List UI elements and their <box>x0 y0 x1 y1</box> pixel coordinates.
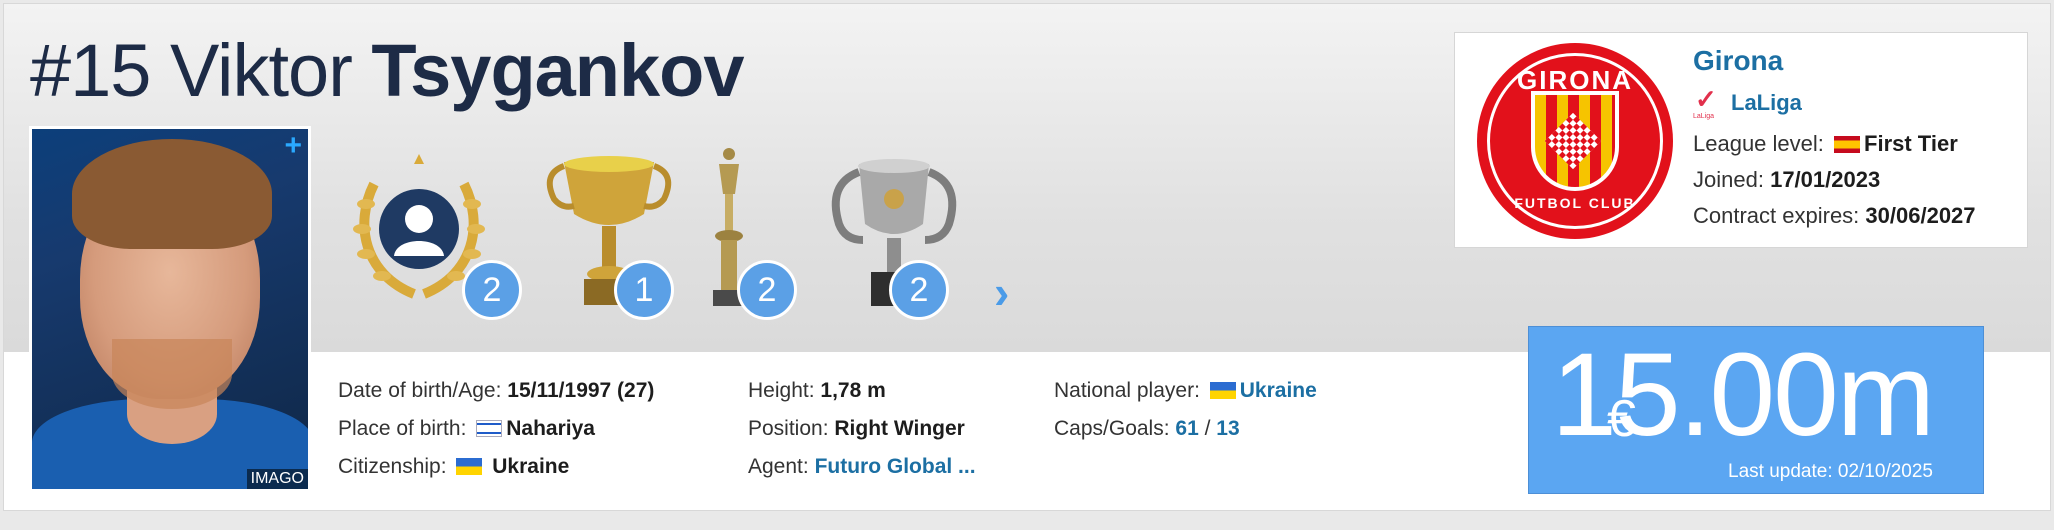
trophy-1[interactable]: 2 <box>344 144 522 320</box>
citizenship-row: Citizenship: Ukraine <box>338 448 654 486</box>
trophy-4[interactable]: 2 <box>819 144 969 320</box>
market-value-last-update: Last update: 02/10/2025 <box>1728 461 1933 482</box>
goals-link[interactable]: 13 <box>1216 417 1239 440</box>
position-row: Position: Right Winger <box>748 410 976 448</box>
trophy-2[interactable]: 1 <box>534 144 684 320</box>
height-value: 1,78 m <box>820 379 886 402</box>
details-column-2: Height: 1,78 m Position: Right Winger Ag… <box>748 372 976 486</box>
dob-row: Date of birth/Age: 15/11/1997 (27) <box>338 372 654 410</box>
player-last-name: Tsygankov <box>371 29 744 112</box>
dob-value: 15/11/1997 (27) <box>507 379 655 402</box>
height-row: Height: 1,78 m <box>748 372 976 410</box>
citizenship-value: Ukraine <box>492 455 570 478</box>
photo-credit: IMAGO <box>246 469 308 489</box>
caps-goals-row: Caps/Goals: 61 / 13 <box>1054 410 1317 448</box>
chevron-right-icon[interactable]: › <box>994 269 1009 315</box>
club-info-box: GIRONA FUTBOL CLUB Girona LaLiga League … <box>1454 32 2028 248</box>
league-link[interactable]: LaLiga <box>1731 90 1802 116</box>
player-photo[interactable]: + IMAGO <box>29 126 311 492</box>
contract-row: Contract expires: 30/06/2027 <box>1693 203 1976 229</box>
player-first-name: Viktor <box>170 29 353 112</box>
photo-beard <box>112 339 232 409</box>
league-level-row: League level: First Tier <box>1693 131 1958 157</box>
league-level-label: League level: <box>1693 131 1824 156</box>
trophy-count-badge: 1 <box>614 260 674 320</box>
market-value-amount: 15.00m <box>1551 329 1935 461</box>
contract-value: 30/06/2027 <box>1865 203 1976 228</box>
league-level-value: First Tier <box>1864 131 1958 156</box>
contract-label: Contract expires: <box>1693 203 1860 228</box>
spain-flag-icon <box>1834 136 1861 153</box>
height-label: Height: <box>748 379 815 402</box>
pob-row: Place of birth: Nahariya <box>338 410 654 448</box>
caps-label: Caps/Goals: <box>1054 417 1170 440</box>
joined-label: Joined: <box>1693 167 1764 192</box>
position-label: Position: <box>748 417 829 440</box>
trophy-count-badge: 2 <box>889 260 949 320</box>
caps-link[interactable]: 61 <box>1175 417 1198 440</box>
crest-bottom-text: FUTBOL CLUB <box>1514 195 1636 211</box>
laliga-icon <box>1693 84 1721 120</box>
market-value-box[interactable]: € 15.00m Last update: 02/10/2025 <box>1528 326 1984 494</box>
details-column-3: National player: Ukraine Caps/Goals: 61 … <box>1054 372 1317 448</box>
trophy-3[interactable]: 2 <box>669 144 819 320</box>
position-value: Right Winger <box>834 417 965 440</box>
plus-icon[interactable]: + <box>284 131 302 161</box>
joined-value: 17/01/2023 <box>1770 167 1881 192</box>
page-title: #15 Viktor Tsygankov <box>30 26 745 116</box>
trophy-count-badge: 2 <box>737 260 797 320</box>
crest-shield <box>1531 91 1619 191</box>
club-crest-icon[interactable]: GIRONA FUTBOL CLUB <box>1477 43 1673 239</box>
trophy-count-badge: 2 <box>462 260 522 320</box>
agent-row: Agent: Futuro Global ... <box>748 448 976 486</box>
club-name-link[interactable]: Girona <box>1693 45 1783 77</box>
national-player-row: National player: Ukraine <box>1054 372 1317 410</box>
player-header-card: #15 Viktor Tsygankov + IMAGO 2 1 2 2 › D… <box>3 3 2051 511</box>
joined-row: Joined: 17/01/2023 <box>1693 167 1880 193</box>
details-column-1: Date of birth/Age: 15/11/1997 (27) Place… <box>338 372 654 486</box>
national-team-link[interactable]: Ukraine <box>1240 379 1317 402</box>
citizenship-label: Citizenship: <box>338 455 447 478</box>
dob-label: Date of birth/Age: <box>338 379 502 402</box>
ukraine-flag-icon <box>1209 382 1236 399</box>
agent-label: Agent: <box>748 455 809 478</box>
pob-label: Place of birth: <box>338 417 467 440</box>
ukraine-flag-icon <box>456 458 483 475</box>
caps-separator: / <box>1204 417 1211 440</box>
agent-link[interactable]: Futuro Global ... <box>815 455 976 478</box>
photo-hair <box>72 139 272 249</box>
national-label: National player: <box>1054 379 1200 402</box>
pob-value: Nahariya <box>506 417 595 440</box>
shirt-number: #15 <box>30 29 151 112</box>
israel-flag-icon <box>476 420 503 437</box>
